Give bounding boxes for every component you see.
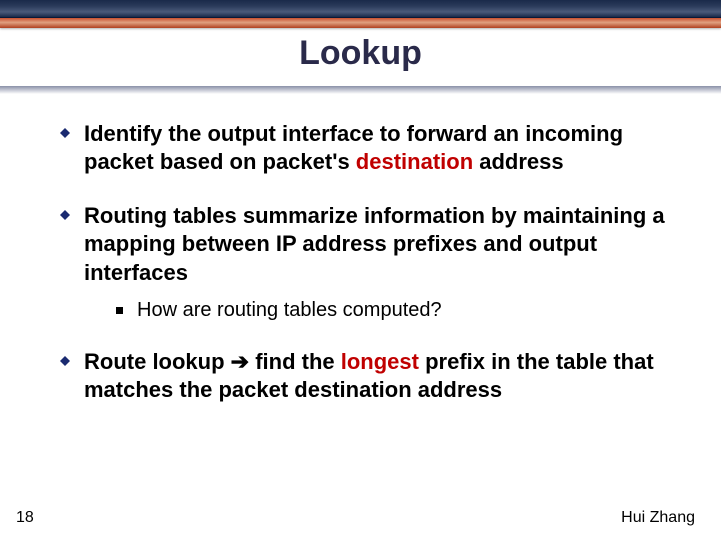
square-bullet-icon (116, 307, 123, 314)
bullet-2-text: Routing tables summarize information by … (84, 202, 681, 286)
bullet-3: Route lookup ➔ find the longest prefix i… (60, 348, 681, 404)
bullet-3-mid: find the (249, 349, 341, 374)
bullet-1-highlight: destination (356, 149, 473, 174)
bullet-2-sub-text: How are routing tables computed? (137, 299, 442, 322)
author-name: Hui Zhang (621, 509, 695, 527)
bullet-1-post: address (473, 149, 564, 174)
slide: Lookup Identify the output interface to … (0, 0, 721, 541)
slide-title: Lookup (0, 34, 721, 73)
diamond-bullet-icon (60, 356, 70, 366)
top-gradient-bar (0, 0, 721, 18)
bullet-3-pre: Route lookup (84, 349, 231, 374)
bullet-3-text: Route lookup ➔ find the longest prefix i… (84, 348, 681, 404)
bullet-2-sub: How are routing tables computed? (116, 299, 681, 322)
header: Lookup (0, 0, 721, 92)
bullet-3-highlight: longest (341, 349, 419, 374)
arrow-icon: ➔ (231, 349, 249, 374)
accent-stripe (0, 18, 721, 28)
page-number: 18 (16, 509, 34, 527)
diamond-bullet-icon (60, 128, 70, 138)
bullet-1-text: Identify the output interface to forward… (84, 120, 681, 176)
title-shadow (0, 86, 721, 94)
diamond-bullet-icon (60, 210, 70, 220)
slide-body: Identify the output interface to forward… (60, 120, 681, 430)
bullet-2: Routing tables summarize information by … (60, 202, 681, 286)
bullet-1: Identify the output interface to forward… (60, 120, 681, 176)
